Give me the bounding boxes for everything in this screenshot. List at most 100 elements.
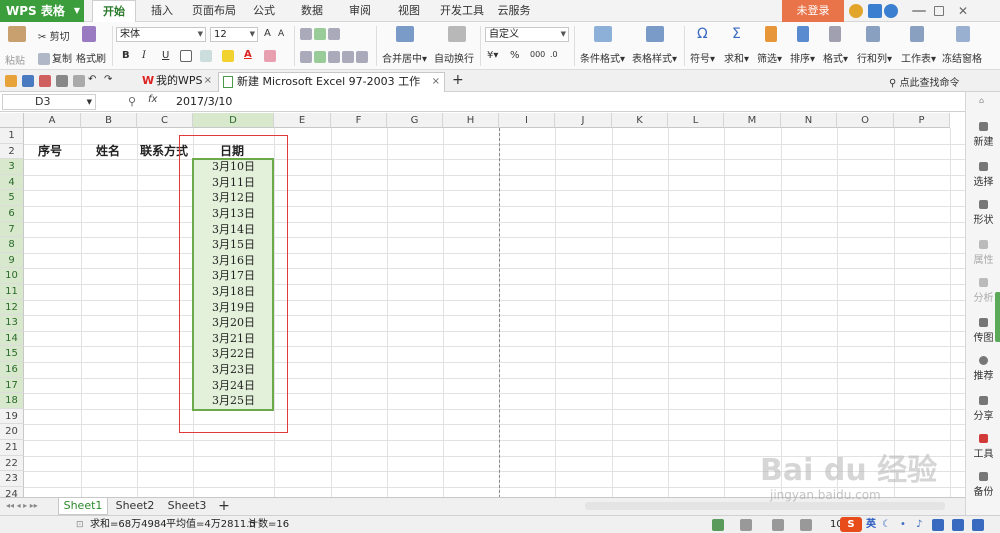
panel-backup[interactable]: 备份 [966, 472, 1000, 498]
horizontal-scrollbar[interactable] [585, 502, 945, 510]
tab-data[interactable]: 数据 [296, 0, 328, 22]
row-header-21[interactable]: 21 [0, 440, 24, 456]
filter-button[interactable]: 筛选▾ [757, 50, 782, 65]
reading-view-icon[interactable] [800, 519, 812, 531]
thousands-button[interactable]: 000 [530, 50, 545, 59]
paste-button[interactable]: 粘贴 [5, 52, 25, 67]
column-header-c[interactable]: C [137, 113, 193, 128]
tab-insert[interactable]: 插入 [146, 0, 178, 22]
column-header-a[interactable]: A [24, 113, 81, 128]
sheet-tab-1[interactable]: Sheet1 [58, 498, 108, 515]
row-header-5[interactable]: 5 [0, 190, 24, 206]
column-header-b[interactable]: B [81, 113, 137, 128]
column-header-g[interactable]: G [387, 113, 443, 128]
column-header-m[interactable]: M [724, 113, 781, 128]
pdf-icon[interactable] [39, 75, 51, 87]
moon-icon[interactable]: ☾ [882, 516, 891, 533]
ime-mode[interactable]: 英 [866, 516, 876, 533]
panel-tools[interactable]: 工具 [966, 434, 1000, 460]
font-name-select[interactable]: 宋体 ▼ [116, 27, 206, 42]
row-header-4[interactable]: 4 [0, 174, 24, 191]
app-menu-button[interactable]: WPS 表格 ▼ [0, 0, 84, 22]
row-header-9[interactable]: 9 [0, 252, 24, 269]
row-header-22[interactable]: 22 [0, 455, 24, 472]
tab-page-layout[interactable]: 页面布局 [190, 0, 238, 22]
preview-icon[interactable] [73, 75, 85, 87]
formula-input[interactable]: 2017/3/10 [176, 94, 232, 110]
tab-view[interactable]: 视图 [393, 0, 425, 22]
sheet-tab-3[interactable]: Sheet3 [162, 498, 212, 515]
currency-icon[interactable]: ¥▾ [487, 50, 498, 61]
row-header-6[interactable]: 6 [0, 206, 24, 222]
wrap-text-button[interactable]: 自动换行 [434, 50, 474, 65]
close-tab-icon[interactable]: × [204, 72, 212, 90]
normal-view-icon[interactable] [712, 519, 724, 531]
sogou-ime-icon[interactable]: S [840, 517, 862, 532]
row-header-3[interactable]: 3 [0, 159, 24, 175]
row-header-23[interactable]: 23 [0, 471, 24, 487]
panel-new[interactable]: 新建 [966, 122, 1000, 148]
row-header-2[interactable]: 2 [0, 143, 24, 160]
page-break-view-icon[interactable] [772, 519, 784, 531]
column-header-e[interactable]: E [274, 113, 331, 128]
copy-button[interactable]: 复制 [38, 50, 72, 65]
row-header-1[interactable]: 1 [0, 128, 24, 144]
shirt-icon[interactable] [868, 4, 882, 18]
symbol-button[interactable]: 符号▾ [690, 50, 715, 65]
keyboard-icon[interactable] [932, 519, 944, 531]
worksheet-button[interactable]: 工作表▾ [901, 50, 936, 65]
freeze-panes-button[interactable]: 冻结窗格 [942, 50, 982, 65]
fill-color-button[interactable] [222, 50, 236, 62]
row-header-18[interactable]: 18 [0, 393, 24, 409]
font-color-button[interactable]: A [244, 49, 252, 60]
column-header-k[interactable]: K [612, 113, 668, 128]
sort-button[interactable]: 排序▾ [790, 50, 815, 65]
row-col-button[interactable]: 行和列▾ [857, 50, 892, 65]
minimize-ribbon-icon[interactable] [912, 10, 926, 12]
column-header-l[interactable]: L [668, 113, 724, 128]
sheet-nav-icon[interactable]: ◂◂ ◂ ▸ ▸▸ [6, 501, 38, 510]
zoom-search-icon[interactable]: ⚲ [128, 95, 136, 108]
column-header-p[interactable]: P [894, 113, 950, 128]
new-tab-button[interactable]: + [452, 72, 464, 88]
column-header-f[interactable]: F [331, 113, 387, 128]
font-size-select[interactable]: 12 ▼ [210, 27, 258, 42]
row-header-17[interactable]: 17 [0, 377, 24, 394]
row-header-24[interactable]: 24 [0, 486, 24, 497]
distributed-icon[interactable] [356, 51, 368, 63]
conditional-format-button[interactable]: 条件格式▾ [580, 50, 625, 65]
row-header-16[interactable]: 16 [0, 362, 24, 378]
tab-review[interactable]: 审阅 [344, 0, 376, 22]
toolbox-icon[interactable] [972, 519, 984, 531]
panel-share[interactable]: 分享 [966, 396, 1000, 422]
name-box[interactable]: D3 ▼ [2, 94, 96, 110]
borders-button[interactable] [180, 50, 194, 62]
row-header-10[interactable]: 10 [0, 268, 24, 284]
bold-button[interactable]: B [122, 50, 130, 61]
italic-button[interactable]: I [142, 50, 146, 61]
skin-icon[interactable] [849, 4, 863, 18]
add-sheet-button[interactable]: + [214, 498, 234, 515]
underline-button[interactable]: U [162, 50, 169, 61]
align-right-icon[interactable] [328, 51, 340, 63]
row-header-14[interactable]: 14 [0, 330, 24, 347]
page-layout-icon[interactable] [740, 519, 752, 531]
panel-shape[interactable]: 形状 [966, 200, 1000, 226]
print-icon[interactable] [56, 75, 68, 87]
undo-icon[interactable]: ↶ [88, 74, 96, 85]
cut-button[interactable]: ✂ 剪切 [38, 28, 70, 43]
row-header-15[interactable]: 15 [0, 346, 24, 362]
panel-properties[interactable]: 属性 [966, 240, 1000, 266]
decimal-button[interactable]: .0 [550, 50, 558, 59]
row-header-7[interactable]: 7 [0, 221, 24, 238]
table-style-button[interactable]: 表格样式▾ [632, 50, 677, 65]
tab-cloud[interactable]: 云服务 [496, 0, 532, 22]
tab-my-wps[interactable]: W 我的WPS × [124, 72, 216, 92]
help-icon[interactable] [884, 4, 898, 18]
close-window-icon[interactable]: ✕ [958, 4, 968, 18]
find-command-button[interactable]: ⚲ 点此查找命令 [889, 74, 960, 89]
panel-collapse-handle[interactable] [995, 292, 1000, 342]
font-grow-button[interactable]: A [264, 28, 271, 39]
tab-start[interactable]: 开始 [92, 0, 136, 23]
align-middle-icon[interactable] [314, 28, 326, 40]
